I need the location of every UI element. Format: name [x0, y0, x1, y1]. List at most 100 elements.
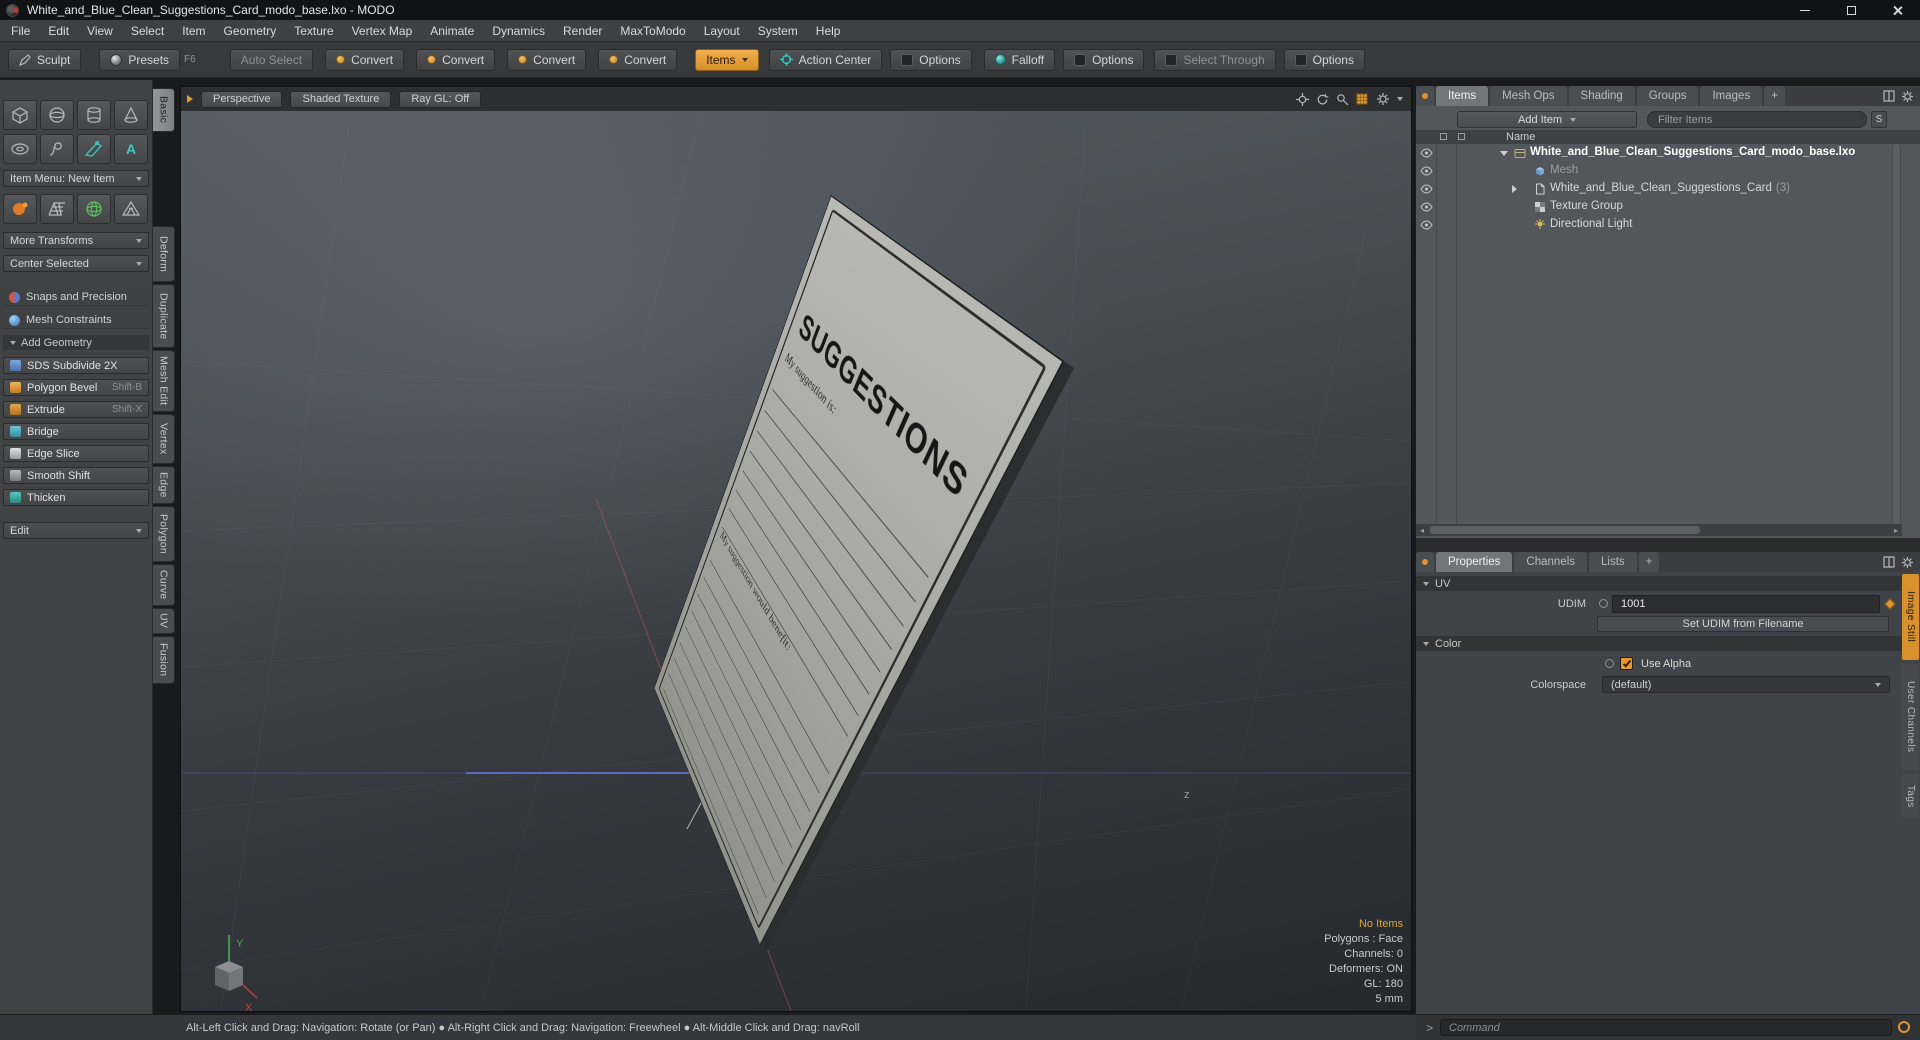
- panel-menu-stub[interactable]: [1416, 552, 1434, 572]
- tab-channels[interactable]: Channels: [1514, 552, 1588, 572]
- scroll-thumb[interactable]: [1893, 144, 1900, 524]
- tool-sds-subdivide[interactable]: SDS Subdivide 2X: [3, 357, 149, 374]
- cube-tool-button[interactable]: [3, 100, 37, 130]
- tool-bridge[interactable]: Bridge: [3, 423, 149, 440]
- menu-item-texture[interactable]: Texture: [285, 24, 342, 38]
- select-through-button[interactable]: Select Through: [1154, 48, 1276, 71]
- eye-icon[interactable]: [1420, 166, 1433, 176]
- udim-input[interactable]: [1612, 595, 1880, 613]
- convert-button-4[interactable]: Convert: [598, 48, 678, 71]
- torus-tool-button[interactable]: [3, 134, 37, 164]
- auto-select-button[interactable]: Auto Select: [229, 48, 314, 71]
- image-grid-icon[interactable]: [1356, 93, 1369, 106]
- move-view-icon[interactable]: [1296, 92, 1309, 106]
- uv-section-header[interactable]: UV: [1416, 576, 1902, 591]
- alpha-channel-ring-icon[interactable]: [1605, 659, 1614, 668]
- convert-button-1[interactable]: Convert: [325, 48, 405, 71]
- cylinder-tool-button[interactable]: [77, 100, 111, 130]
- sidetab-image-still[interactable]: Image Still: [1902, 574, 1919, 660]
- convert-button-2[interactable]: Convert: [416, 48, 496, 71]
- sphere-wire-tool-button[interactable]: [77, 194, 111, 224]
- curve-pen-tool-button[interactable]: [77, 134, 111, 164]
- scroll-thumb[interactable]: [1430, 526, 1700, 534]
- tab-shading[interactable]: Shading: [1568, 86, 1635, 106]
- sphere-tool-button[interactable]: [40, 100, 74, 130]
- tab-groups[interactable]: Groups: [1636, 86, 1699, 106]
- viewport-tab-perspective[interactable]: Perspective: [201, 90, 283, 108]
- convert-button-3[interactable]: Convert: [507, 48, 587, 71]
- viewport-menu-icon[interactable]: [187, 95, 193, 103]
- maximize-button[interactable]: [1828, 0, 1874, 20]
- axis-gizmo[interactable]: Y X: [215, 935, 258, 1011]
- eye-icon[interactable]: [1420, 148, 1433, 158]
- menu-item-edit[interactable]: Edit: [39, 24, 78, 38]
- colorspace-dropdown[interactable]: (default): [1602, 676, 1890, 693]
- tab-duplicate[interactable]: Duplicate: [153, 284, 175, 348]
- sidetab-tags[interactable]: Tags: [1902, 774, 1919, 818]
- item-row-texture-group[interactable]: Texture Group: [1416, 198, 1902, 216]
- helix-tool-button[interactable]: [40, 134, 74, 164]
- eye-icon[interactable]: [1420, 184, 1433, 194]
- snaps-precision-row[interactable]: Snaps and Precision: [3, 289, 149, 306]
- eye-icon[interactable]: [1420, 220, 1433, 230]
- menu-item-help[interactable]: Help: [807, 24, 850, 38]
- use-alpha-checkbox[interactable]: [1620, 657, 1633, 670]
- tab-lists[interactable]: Lists: [1589, 552, 1637, 572]
- item-row-mesh[interactable]: Mesh: [1416, 162, 1902, 180]
- cone-tool-button[interactable]: [114, 100, 148, 130]
- add-item-dropdown[interactable]: Add Item: [1457, 111, 1637, 128]
- viewport-canvas[interactable]: z Y X SUGGESTIONS My suggestion is: My s…: [181, 111, 1411, 1011]
- tab-properties[interactable]: Properties: [1436, 552, 1513, 572]
- tab-vertex[interactable]: Vertex: [153, 414, 175, 464]
- item-row-scene-root[interactable]: White_and_Blue_Clean_Suggestions_Card_mo…: [1416, 144, 1902, 162]
- minimize-button[interactable]: [1782, 0, 1828, 20]
- menu-item-vertex-map[interactable]: Vertex Map: [343, 24, 422, 38]
- search-mode-button[interactable]: S: [1871, 111, 1887, 128]
- tab-uv[interactable]: UV: [153, 608, 175, 634]
- gear-icon[interactable]: [1901, 556, 1914, 569]
- scroll-left-arrow[interactable]: ◂: [1416, 524, 1428, 536]
- tab-fusion[interactable]: Fusion: [153, 636, 175, 684]
- falloff-options-button[interactable]: Options: [1063, 48, 1145, 71]
- sidetab-user-channels[interactable]: User Channels: [1902, 664, 1919, 770]
- tool-edge-slice[interactable]: Edge Slice: [3, 445, 149, 462]
- rotate-view-icon[interactable]: [1316, 93, 1329, 106]
- viewport-options-caret-icon[interactable]: [1397, 97, 1403, 101]
- sculpt-button[interactable]: Sculpt: [8, 48, 82, 71]
- mesh-constraints-row[interactable]: Mesh Constraints: [3, 312, 149, 329]
- tab-items[interactable]: Items: [1436, 86, 1489, 106]
- menu-item-file[interactable]: File: [2, 24, 39, 38]
- tab-mesh-ops[interactable]: Mesh Ops: [1490, 86, 1567, 106]
- eye-icon[interactable]: [1420, 202, 1433, 212]
- gear-icon[interactable]: [1901, 90, 1914, 103]
- viewport-tab-raygl[interactable]: Ray GL: Off: [399, 90, 482, 108]
- items-mode-button[interactable]: Items: [695, 48, 759, 71]
- tab-edge[interactable]: Edge: [153, 466, 175, 504]
- tool-thicken[interactable]: Thicken: [3, 489, 149, 506]
- add-geometry-header[interactable]: Add Geometry: [3, 335, 149, 350]
- item-menu-dropdown[interactable]: Item Menu: New Item: [3, 170, 149, 187]
- center-selected-dropdown[interactable]: Center Selected: [3, 255, 149, 272]
- menu-item-render[interactable]: Render: [554, 24, 611, 38]
- menu-item-item[interactable]: Item: [173, 24, 214, 38]
- menu-item-dynamics[interactable]: Dynamics: [483, 24, 554, 38]
- text-tool-button[interactable]: A: [114, 134, 148, 164]
- menu-item-layout[interactable]: Layout: [695, 24, 749, 38]
- tab-basic[interactable]: Basic: [153, 88, 175, 132]
- tab-mesh-edit[interactable]: Mesh Edit: [153, 350, 175, 412]
- color-section-header[interactable]: Color: [1416, 636, 1902, 651]
- tool-smooth-shift[interactable]: Smooth Shift: [3, 467, 149, 484]
- gear-icon[interactable]: [1376, 92, 1390, 106]
- panel-layout-icon[interactable]: [1883, 90, 1895, 102]
- zoom-view-icon[interactable]: [1336, 93, 1349, 106]
- expander-open-icon[interactable]: [1500, 151, 1508, 156]
- menu-item-maxtomodo[interactable]: MaxToModo: [611, 24, 694, 38]
- viewport-tab-shaded-texture[interactable]: Shaded Texture: [290, 90, 392, 108]
- tab-deform[interactable]: Deform: [153, 226, 175, 282]
- item-row-directional-light[interactable]: Directional Light: [1416, 216, 1902, 234]
- tab-polygon[interactable]: Polygon: [153, 506, 175, 562]
- items-vertical-scrollbar[interactable]: [1892, 144, 1901, 524]
- tool-polygon-bevel[interactable]: Polygon Bevel Shift-B: [3, 379, 149, 396]
- menu-item-view[interactable]: View: [78, 24, 122, 38]
- more-transforms-dropdown[interactable]: More Transforms: [3, 232, 149, 249]
